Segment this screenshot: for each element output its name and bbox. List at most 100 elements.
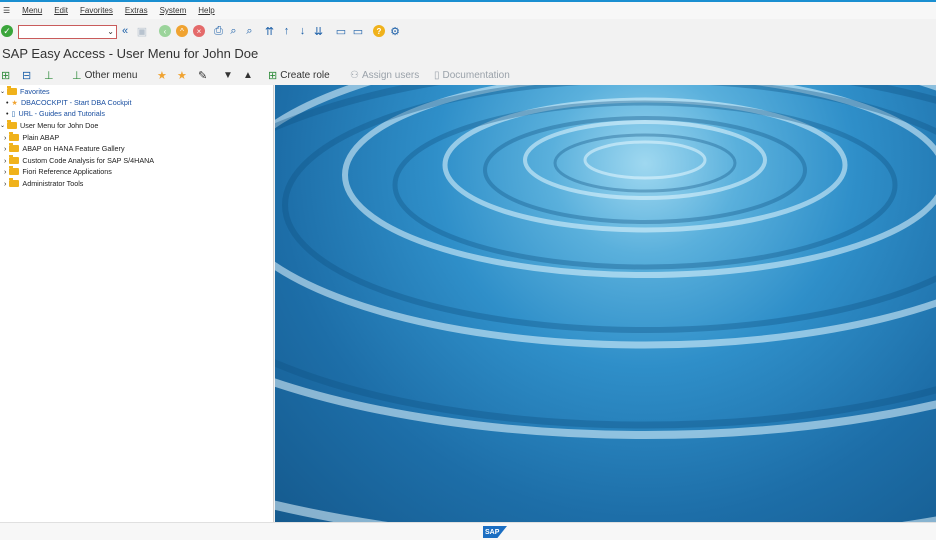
status-bar: SAP [0, 522, 936, 540]
menu-bar: ☰ Menu Edit Favorites Extras System Help [0, 0, 936, 19]
command-field[interactable]: ⌄ [18, 25, 117, 39]
tree-node-label: Administrator Tools [22, 179, 84, 188]
assign-users-button[interactable]: ⚇ Assign users [350, 67, 419, 83]
folder-open-icon [7, 86, 18, 95]
assign-users-label: Assign users [361, 69, 420, 81]
menu-menu[interactable]: Menu [22, 6, 42, 15]
pencil-icon: ✎ [198, 69, 208, 82]
chevron-right-icon[interactable]: › [4, 167, 6, 176]
chevron-right-icon[interactable]: › [4, 144, 6, 153]
previous-page-icon[interactable]: ↑ [280, 24, 293, 38]
documentation-label: Documentation [442, 69, 510, 81]
chevron-down-icon[interactable]: ⌄ [107, 27, 114, 36]
application-toolbar: ⊞ ⊟ ⊥ ⊥ Other menu ★ ★ ✎ ▼ ▲ ⊞ Create ro… [0, 66, 936, 84]
folder-icon [9, 132, 20, 141]
collapse-icon[interactable]: « [118, 24, 132, 38]
splash-image [275, 85, 936, 522]
document-icon: ▯ [11, 109, 16, 118]
menu-edit[interactable]: Edit [54, 6, 68, 15]
print-icon[interactable]: ⎙ [212, 24, 225, 38]
tree-node-custom-code[interactable]: › Custom Code Analysis for SAP S/4HANA [4, 155, 154, 166]
documentation-button[interactable]: ▯ Documentation [434, 67, 510, 83]
other-menu-label: Other menu [84, 69, 138, 81]
bullet-icon: • [6, 109, 9, 118]
tree-node-user-menu[interactable]: ⌄ User Menu for John Doe [0, 120, 98, 131]
chevron-right-icon[interactable]: › [4, 133, 6, 142]
enter-icon[interactable]: ✓ [1, 25, 13, 37]
folder-open-icon [7, 120, 18, 129]
users-icon: ⚇ [350, 69, 359, 81]
star-icon: ★ [11, 98, 18, 107]
tree-node-label: Fiori Reference Applications [22, 167, 112, 176]
tree-node-label: Custom Code Analysis for SAP S/4HANA [22, 156, 155, 165]
tree-node-fiori[interactable]: › Fiori Reference Applications [4, 166, 112, 177]
move-down-button[interactable]: ▼ [223, 67, 233, 83]
move-up-button[interactable]: ▲ [243, 67, 253, 83]
chevron-right-icon[interactable]: › [4, 156, 6, 165]
bullet-icon: • [6, 98, 9, 107]
create-role-icon: ⊞ [268, 69, 278, 82]
user-menu-button[interactable]: ⊟ [22, 67, 31, 83]
create-role-label: Create role [280, 69, 330, 81]
hierarchy-icon: ⊥ [44, 69, 54, 82]
user-menu-label: User Menu for John Doe [20, 121, 99, 130]
user-menu-tree: ⌄ Favorites • ★ DBACOCKPIT - Start DBA C… [0, 85, 274, 522]
first-page-icon[interactable]: ⇈ [263, 24, 276, 38]
menu-system[interactable]: System [160, 6, 187, 15]
star-add-icon: ★ [157, 69, 167, 82]
menu-tree-icon: ⊞ [1, 69, 11, 82]
document-icon: ▯ [434, 69, 440, 81]
tree-node-favorites[interactable]: ⌄ Favorites [0, 86, 50, 97]
star-delete-icon: ★ [177, 69, 187, 82]
delete-favorite-button[interactable]: ★ [177, 67, 187, 83]
folder-icon [9, 178, 20, 187]
chevron-down-icon[interactable]: ⌄ [0, 122, 5, 129]
triangle-down-icon: ▼ [223, 69, 233, 81]
sap-logo-text: SAP [485, 528, 500, 536]
tree-node-label: Plain ABAP [22, 133, 60, 142]
tree-node-plain-abap[interactable]: › Plain ABAP [4, 132, 59, 143]
favorites-label: Favorites [20, 87, 50, 96]
tree-node-dbacockpit[interactable]: • ★ DBACOCKPIT - Start DBA Cockpit [6, 97, 132, 108]
other-menu-icon: ⊥ [72, 69, 82, 82]
change-favorite-button[interactable]: ✎ [198, 67, 207, 83]
tree-node-abap-hana[interactable]: › ABAP on HANA Feature Gallery [4, 143, 125, 154]
folder-icon [9, 143, 20, 152]
last-page-icon[interactable]: ⇊ [312, 24, 325, 38]
create-role-button[interactable]: ⊞ Create role [268, 67, 330, 83]
standard-toolbar: ✓ ⌄ « ▣ ‹ ^ × ⎙ ⌕ ⌕ ⇈ ↑ ↓ ⇊ ▭ ▭ ? ⚙ [0, 19, 936, 45]
shortcut-icon[interactable]: ▭ [351, 24, 365, 38]
cancel-icon[interactable]: × [193, 25, 205, 37]
add-favorite-button[interactable]: ★ [157, 67, 167, 83]
folder-icon [9, 155, 20, 164]
sap-logo: SAP [483, 526, 507, 538]
menu-extras[interactable]: Extras [125, 6, 148, 15]
back-icon[interactable]: ‹ [159, 25, 171, 37]
other-menu-button[interactable]: ⊥ Other menu [72, 67, 137, 83]
water-ripple-image [275, 85, 936, 522]
find-icon[interactable]: ⌕ [227, 24, 240, 38]
menu-icon[interactable]: ☰ [3, 6, 10, 15]
exit-icon[interactable]: ^ [176, 25, 188, 37]
user-menu-icon: ⊟ [22, 69, 32, 82]
help-icon[interactable]: ? [373, 25, 385, 37]
new-session-icon[interactable]: ▭ [334, 24, 348, 38]
page-title: SAP Easy Access - User Menu for John Doe [2, 46, 259, 61]
tree-node-label: DBACOCKPIT - Start DBA Cockpit [20, 98, 132, 107]
tree-node-admin-tools[interactable]: › Administrator Tools [4, 178, 83, 189]
triangle-up-icon: ▲ [243, 69, 253, 81]
find-next-icon[interactable]: ⌕ [243, 24, 256, 38]
sap-menu-tree-button[interactable]: ⊥ [44, 67, 54, 83]
tree-node-label: URL - Guides and Tutorials [18, 109, 105, 118]
menu-favorites[interactable]: Favorites [80, 6, 113, 15]
chevron-down-icon[interactable]: ⌄ [0, 88, 5, 95]
save-icon[interactable]: ▣ [136, 24, 148, 38]
folder-icon [9, 166, 20, 175]
sap-menu-button[interactable]: ⊞ [1, 67, 10, 83]
next-page-icon[interactable]: ↓ [296, 24, 309, 38]
gear-icon[interactable]: ⚙ [388, 24, 402, 38]
tree-node-url-guides[interactable]: • ▯ URL - Guides and Tutorials [6, 108, 105, 119]
menu-help[interactable]: Help [198, 6, 214, 15]
tree-node-label: ABAP on HANA Feature Gallery [22, 144, 125, 153]
chevron-right-icon[interactable]: › [4, 179, 6, 188]
